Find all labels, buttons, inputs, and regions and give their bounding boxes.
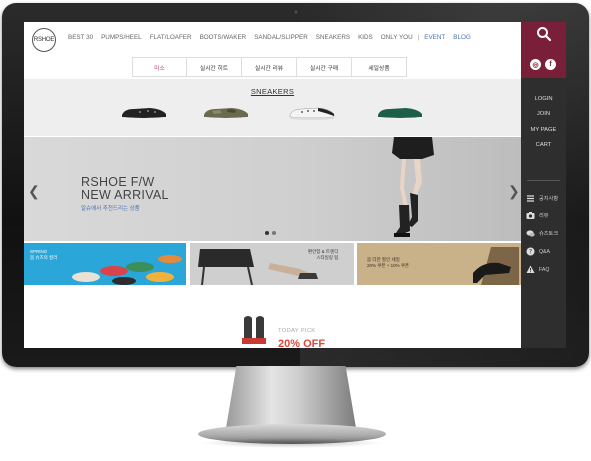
tab-realtime-review[interactable]: 실시간 리뷰 [242,57,297,77]
facebook-icon[interactable]: f [545,59,556,70]
tab-realtime-hit[interactable]: 실시간 히트 [187,57,242,77]
banner-title-line2: NEW ARRIVAL [81,188,169,202]
stand-shadow [200,438,384,448]
promo-tile-sale[interactable]: 봄 더한 할인 세일 20% 쿠폰 + 10% 쿠폰 [357,243,521,285]
webcam-dot [293,9,299,15]
side-item-qna-label: Q&A [539,248,550,255]
site-logo[interactable]: RSHOE [32,28,56,52]
nav-item-flat-loafer[interactable]: FLAT/LOAFER [146,34,196,41]
tile-styling-line2: 스타일링 팁 [316,254,339,260]
nav-item-only-you[interactable]: ONLY YOU [377,34,417,41]
top-navigation: BEST 30 PUMPS/HEEL FLAT/LOAFER BOOTS/WAK… [64,34,475,41]
sneaker-white-studded[interactable] [288,103,336,121]
side-item-faq[interactable]: FAQ [526,265,549,274]
banner-subtitle: 알슈에서 추천드리는 상품 [81,206,140,212]
camera-icon [526,211,535,220]
sneaker-green-slipon[interactable] [376,103,424,121]
hero-banner[interactable]: ❮ ❯ RSHOE F/W NEW ARRIVAL 알슈에서 추천드리는 상품 [24,137,521,241]
tile-spring-line2: 봄 슈즈의 컬러 [30,254,58,260]
tab-sale-items[interactable]: 세일상품 [352,57,407,77]
side-item-faq-label: FAQ [539,266,550,273]
tab-miso[interactable]: 미소 [132,57,187,77]
warning-icon [526,265,535,274]
today-pick-sale[interactable]: 20% OFF [278,338,325,348]
side-panel-header: ◎ f [521,22,566,78]
login-link[interactable]: LOGIN [521,96,566,102]
sneaker-black-slipon[interactable] [120,103,168,121]
today-pick-shoes-image [242,316,266,344]
monitor-mockup: RSHOE BEST 30 PUMPS/HEEL FLAT/LOAFER BOO… [0,0,591,461]
side-item-notice-label: 공지사항 [539,196,559,202]
nav-item-best30[interactable]: BEST 30 [64,34,97,41]
side-item-shoetalk[interactable]: 슈즈토크 [526,229,558,238]
tile-heel-image [473,247,519,285]
cart-link[interactable]: CART [521,142,566,148]
banner-dot-2[interactable] [272,231,276,235]
side-item-review-label: 리뷰 [539,213,549,219]
banner-next-arrow[interactable]: ❯ [508,183,520,200]
tab-realtime-purchase[interactable]: 실시간 구매 [297,57,352,77]
chat-icon [526,229,535,238]
nav-item-blog[interactable]: BLOG [449,34,475,41]
banner-prev-arrow[interactable]: ❮ [28,183,40,200]
sneakers-heading[interactable]: SNEAKERS [24,87,521,96]
mypage-link[interactable]: MY PAGE [521,127,566,133]
question-icon: ? [526,247,535,256]
sneaker-strip: SNEAKERS [24,79,521,136]
side-item-notice[interactable]: 공지사항 [526,194,558,203]
sub-tabs: 미소 실시간 히트 실시간 리뷰 실시간 구매 세일상품 [132,57,407,77]
nav-item-sandal-slipper[interactable]: SANDAL/SLIPPER [250,34,312,41]
sneaker-camo-slipon[interactable] [202,103,250,121]
instagram-icon[interactable]: ◎ [530,59,541,70]
nav-item-kids[interactable]: KIDS [354,34,377,41]
banner-model-image [392,137,434,237]
banner-dot-1[interactable] [265,231,269,235]
tile-flats-image [72,255,182,285]
nav-item-boots-waker[interactable]: BOOTS/WAKER [196,34,251,41]
tile-spring-label: SPRING 봄 슈즈의 컬러 [30,249,57,260]
nav-item-event[interactable]: EVENT [420,34,449,41]
nav-item-pumps-heel[interactable]: PUMPS/HEEL [97,34,146,41]
today-pick-label: TODAY PICK [278,328,316,334]
svg-text:?: ? [529,249,532,256]
nav-item-sneakers[interactable]: SNEAKERS [312,34,354,41]
promo-tile-styling[interactable]: 편안함 & 트렌디 스타일링 팁 [190,243,354,285]
side-item-shoetalk-label: 슈즈토크 [539,231,559,237]
side-divider [527,180,560,181]
list-icon [526,194,535,203]
promo-tile-spring[interactable]: SPRING 봄 슈즈의 컬러 [24,243,186,285]
today-pick-section: TODAY PICK 20% OFF [24,286,521,348]
banner-pagination [265,231,276,235]
side-item-review[interactable]: 리뷰 [526,211,549,220]
monitor-stand-neck [226,366,356,428]
tile-sale-line2: 20% 쿠폰 + 10% 쿠폰 [367,262,410,268]
search-icon[interactable] [536,26,552,42]
side-item-qna[interactable]: ? Q&A [526,247,550,256]
join-link[interactable]: JOIN [521,111,566,117]
side-panel: ◎ f LOGIN JOIN MY PAGE CART 공지사항 리뷰 슈즈토크… [521,22,566,348]
tile-styling-line1: 편안함 & 트렌디 [308,249,339,254]
screen: RSHOE BEST 30 PUMPS/HEEL FLAT/LOAFER BOO… [24,22,566,348]
tile-sale-label: 봄 더한 할인 세일 20% 쿠폰 + 10% 쿠폰 [367,257,409,268]
tile-styling-label: 편안함 & 트렌디 스타일링 팁 [308,249,338,260]
banner-title: RSHOE F/W NEW ARRIVAL [81,176,169,202]
